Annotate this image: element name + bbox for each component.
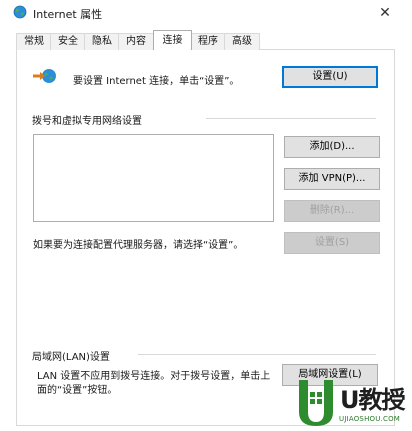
tab-general[interactable]: 常规 [16,33,52,50]
lan-separator [138,354,376,355]
windows-shield-logo [299,380,333,426]
tab-content[interactable]: 内容 [118,33,154,50]
lan-group-label: 局域网(LAN)设置 [32,352,110,363]
window-title: Internet 属性 [33,8,103,21]
add-vpn-button[interactable]: 添加 VPN(P)... [284,168,380,190]
setup-text: 要设置 Internet 连接，单击“设置”。 [73,76,240,87]
tab-advanced[interactable]: 高级 [224,33,260,50]
dialup-group-label: 拨号和虚拟专用网络设置 [32,116,142,127]
internet-globe-icon [13,5,27,19]
dialup-separator [206,118,376,119]
delete-connection-button[interactable]: 删除(R)... [284,200,380,222]
close-icon: ✕ [379,5,391,21]
proxy-hint-text: 如果要为连接配置代理服务器，请选择“设置”。 [33,240,244,251]
watermark-brand: U教授 [340,386,405,414]
tab-programs[interactable]: 程序 [190,33,226,50]
setup-button[interactable]: 设置(U) [282,66,378,88]
lan-text-line1: LAN 设置不应用到拨号连接。对于拨号设置，单击上 [37,371,271,382]
add-connection-button[interactable]: 添加(D)... [284,136,380,158]
network-connect-icon [33,69,56,83]
dialup-settings-button[interactable]: 设置(S) [284,232,380,254]
close-button[interactable]: ✕ [370,2,400,24]
tab-connections[interactable]: 连接 [153,30,192,50]
watermark-site: UJIAOSHOU.COM [339,415,401,423]
lan-text-line2: 面的“设置”按钮。 [37,385,118,396]
dialup-connection-list[interactable] [33,134,274,222]
tab-security[interactable]: 安全 [50,33,86,50]
tab-privacy[interactable]: 隐私 [84,33,120,50]
